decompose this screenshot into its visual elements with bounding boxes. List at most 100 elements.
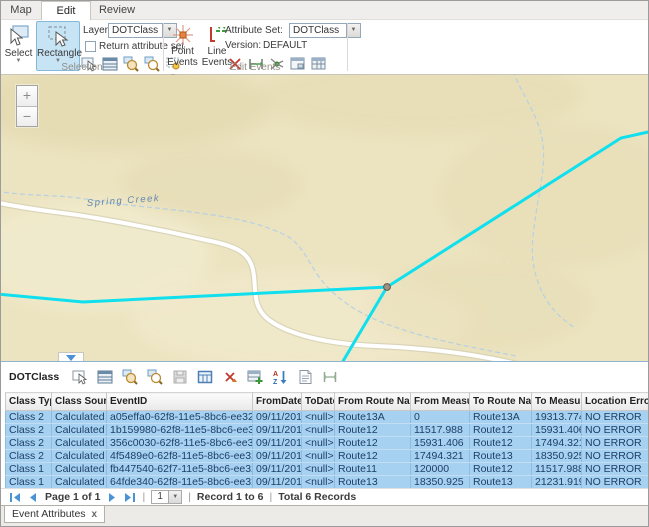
table-cell: Class 1	[6, 463, 52, 476]
zoom-out-button[interactable]: −	[17, 106, 37, 126]
col-fromdate[interactable]: FromDate	[253, 393, 302, 411]
tab-close-icon[interactable]: x	[92, 509, 98, 520]
table-cell: Route12	[470, 463, 532, 476]
svg-text:A: A	[273, 371, 278, 378]
table-row[interactable]: Class 1Calculatedfb447540-62f7-11e5-8bc6…	[6, 463, 649, 476]
table-cell: 11517.988	[411, 424, 470, 437]
table-title: DOTClass	[9, 371, 59, 383]
table-cell: 0	[411, 411, 470, 424]
table-cell: 11517.988	[532, 463, 582, 476]
table-row[interactable]: Class 2Calculateda05effa0-62f8-11e5-8bc6…	[6, 411, 649, 424]
table-cell: Calculated	[52, 411, 107, 424]
table-cell: fb447540-62f7-11e5-8bc6-ee32641d5ec9	[107, 463, 253, 476]
tab-event-attributes[interactable]: Event Attributes x	[4, 506, 105, 523]
page-selector-arrow-icon[interactable]: ▼	[169, 490, 182, 504]
last-page-button[interactable]	[124, 492, 136, 503]
tab-review[interactable]: Review	[91, 1, 143, 20]
table-cell: Route12	[335, 450, 411, 463]
table-row[interactable]: Class 2Calculated4f5489e0-62f8-11e5-8bc6…	[6, 450, 649, 463]
page-indicator: Page 1 of 1	[45, 491, 100, 503]
zoom-to-selected-icon[interactable]	[122, 369, 138, 385]
route-junction-marker[interactable]	[384, 284, 391, 291]
table-cell: Calculated	[52, 424, 107, 437]
previous-page-button[interactable]	[27, 492, 39, 503]
attribute-set-dropdown-arrow-icon[interactable]: ▼	[347, 23, 361, 38]
table-cell: Route13	[470, 476, 532, 489]
col-to-route-name[interactable]: To Route Name	[470, 393, 532, 411]
table-cell: Route13A	[335, 411, 411, 424]
tab-edit[interactable]: Edit	[41, 1, 91, 20]
table-cell: Class 2	[6, 437, 52, 450]
point-events-icon	[172, 24, 194, 46]
table-cell: Route13A	[470, 411, 532, 424]
add-record-icon[interactable]	[247, 369, 263, 385]
table-cell: 64fde340-62f8-11e5-8bc6-ee32641d5ec9	[107, 476, 253, 489]
table-cell: Route13	[470, 450, 532, 463]
table-cell: NO ERROR	[582, 424, 649, 437]
first-page-button[interactable]	[9, 492, 21, 503]
table-row[interactable]: Class 2Calculated356c0030-62f8-11e5-8bc6…	[6, 437, 649, 450]
table-cell: 09/11/2015	[253, 450, 302, 463]
ribbon-body: Select ▼ Rectangle ▼ Layer: DOTClass ▼ R…	[1, 20, 648, 75]
table-cell: <null>	[302, 476, 335, 489]
pan-to-selected-icon[interactable]	[147, 369, 163, 385]
col-todate[interactable]: ToDate	[302, 393, 335, 411]
event-attributes-panel: DOTClass	[1, 361, 648, 526]
table-cell: Calculated	[52, 463, 107, 476]
table-row[interactable]: Class 2Calculated1b159980-62f8-11e5-8bc6…	[6, 424, 649, 437]
measure-columns-icon[interactable]	[322, 369, 338, 385]
table-options-icon[interactable]	[97, 369, 113, 385]
selection-group-label: Selection	[1, 62, 163, 73]
save-icon[interactable]	[172, 369, 188, 385]
table-cell: <null>	[302, 411, 335, 424]
col-location-error[interactable]: Location Error	[582, 393, 649, 411]
table-cell: Calculated	[52, 476, 107, 489]
table-cell: 15931.406	[411, 437, 470, 450]
table-cell: a05effa0-62f8-11e5-8bc6-ee32641d5ec9	[107, 411, 253, 424]
event-table-body: Class 2Calculateda05effa0-62f8-11e5-8bc6…	[6, 411, 649, 489]
next-page-button[interactable]	[106, 492, 118, 503]
related-tables-icon[interactable]	[72, 369, 88, 385]
table-header-row: Class Type Class Source EventID FromDate…	[6, 393, 649, 411]
col-eventid[interactable]: EventID	[107, 393, 253, 411]
map-zoom-control: + −	[16, 85, 38, 127]
pagination-bar: Page 1 of 1 | 1 ▼ | Record 1 to 6 | Tota…	[1, 488, 648, 505]
table-cell: 18350.925	[532, 450, 582, 463]
table-cell: NO ERROR	[582, 411, 649, 424]
col-class-type[interactable]: Class Type	[6, 393, 52, 411]
table-cell: NO ERROR	[582, 437, 649, 450]
version-label: Version:	[225, 40, 261, 51]
table-cell: NO ERROR	[582, 476, 649, 489]
tab-map[interactable]: Map	[1, 1, 41, 20]
zoom-in-button[interactable]: +	[17, 86, 37, 106]
tab-event-attributes-label: Event Attributes	[12, 508, 86, 520]
table-cell: 17494.321	[411, 450, 470, 463]
event-table: Class Type Class Source EventID FromDate…	[5, 392, 649, 489]
map-view[interactable]: Spring Creek + −	[1, 75, 648, 361]
app-window: Map Edit Review Select ▼ Rectangle ▼ Lay…	[0, 0, 649, 527]
col-from-route-name[interactable]: From Route Name	[335, 393, 411, 411]
table-cell: 120000	[411, 463, 470, 476]
attribute-set-dropdown[interactable]: DOTClass ▼	[289, 23, 361, 38]
report-icon[interactable]	[297, 369, 313, 385]
col-class-source[interactable]: Class Source	[52, 393, 107, 411]
table-cell: 09/11/2015	[253, 463, 302, 476]
sort-icon[interactable]: A Z	[272, 369, 288, 385]
edit-events-group-label: Edit Events	[164, 62, 346, 73]
return-attribute-set-checkbox[interactable]	[85, 41, 96, 52]
page-selector[interactable]: 1 ▼	[151, 490, 182, 504]
map-canvas: Spring Creek	[1, 75, 648, 361]
col-from-measure[interactable]: From Measure	[411, 393, 470, 411]
table-toolbar: DOTClass	[1, 362, 648, 392]
table-cell: Class 1	[6, 476, 52, 489]
table-row[interactable]: Class 1Calculated64fde340-62f8-11e5-8bc6…	[6, 476, 649, 489]
table-cell: Route12	[335, 437, 411, 450]
delete-selected-icon[interactable]	[222, 369, 238, 385]
layer-label: Layer:	[83, 25, 111, 36]
layer-dropdown-value: DOTClass	[108, 23, 163, 38]
table-cell: Route13	[335, 476, 411, 489]
col-to-measure[interactable]: To Measure	[532, 393, 582, 411]
panel-collapse-button[interactable]	[58, 352, 84, 361]
switch-table-view-icon[interactable]	[197, 369, 213, 385]
table-cell: 09/11/2015	[253, 476, 302, 489]
